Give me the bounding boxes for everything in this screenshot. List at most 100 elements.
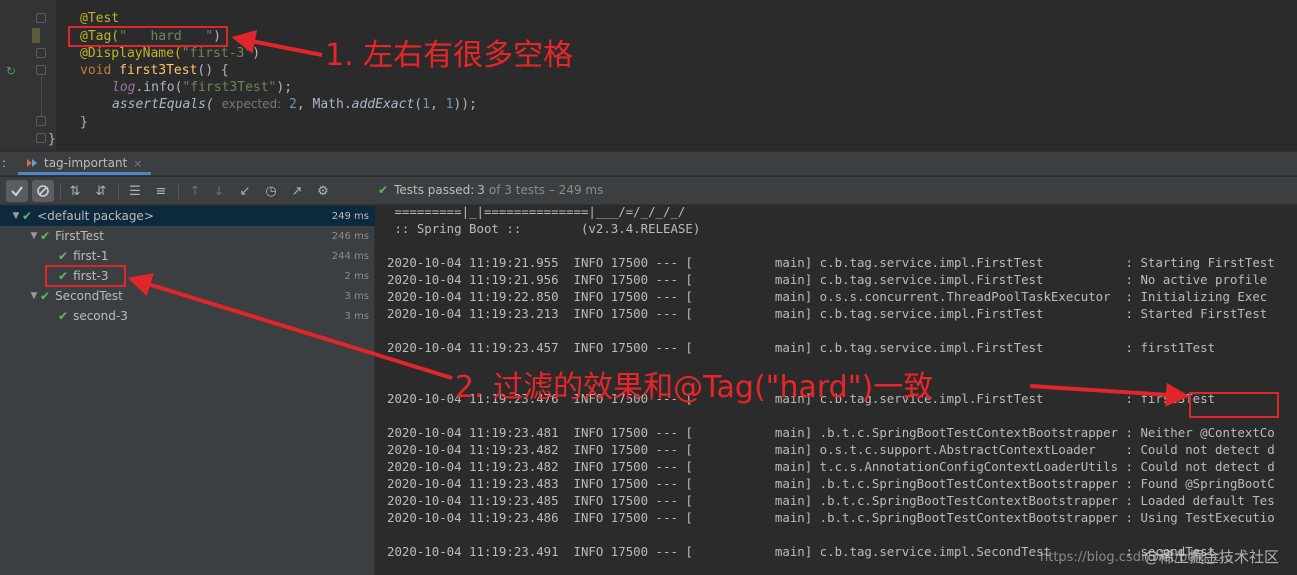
chevron-down-icon[interactable]: ▼ [28,231,40,241]
test-duration: 2 ms [344,270,370,282]
import-tests-button[interactable]: ↙ [234,180,256,202]
chevron-down-icon[interactable]: ▼ [10,211,22,221]
code-line-assert: assertEquals( expected: 2, Math.addExact… [112,96,477,113]
test-duration: 244 ms [331,250,369,262]
code-text: @Test @Tag(" hard ") @DisplayName("first… [0,0,477,150]
history-icon: ◷ [265,183,277,199]
highlight-box-first3test [1189,392,1279,418]
show-ignored-button[interactable] [32,180,54,202]
console-line: 2020-10-04 11:19:23.485 INFO 17500 --- [… [387,493,1275,508]
test-tree-row[interactable]: ✔ second-3 3 ms [0,306,375,326]
annotation-test: @Test [80,11,120,26]
console-line: 2020-10-04 11:19:21.956 INFO 17500 --- [… [387,272,1268,287]
annotation-displayname: @DisplayName( [80,46,182,61]
displayname-close: ) [252,46,261,61]
keyword-void: void [80,63,120,78]
tab-tag-important[interactable]: tag-important × [18,154,151,175]
assert-arg1: 1 [422,97,430,112]
settings-icon: ⚙ [317,183,329,199]
console-line: :: Spring Boot :: (v2.3.4.RELEASE) [387,221,701,236]
test-tree-row[interactable]: ▼ ✔ <default package> 249 ms [0,206,375,226]
chevron-down-icon[interactable]: ▼ [28,291,40,301]
collapse-all-icon: ≡ [155,183,167,199]
export-results-button[interactable]: ↗ [286,180,308,202]
console-line: 2020-10-04 11:19:23.457 INFO 17500 --- [… [387,340,1216,355]
close-icon[interactable]: × [133,157,142,170]
code-line-close-class: } [48,131,56,148]
log-string: "first3Test" [182,80,277,95]
assert-args-open: ( [414,97,423,112]
displayname-string: "first-3" [181,46,253,61]
test-duration: 3 ms [344,290,370,302]
fold-marker-icon[interactable] [36,65,46,75]
check-icon [11,186,23,197]
code-editor[interactable]: ↻ @Test @Tag(" hard ") @DisplayName("fir… [0,0,1297,150]
test-runner-toolbar: ⇅ ⇵ ☰ ≡ ↑ ↓ ↙ ◷ ↗ ⚙ ✔ Tests passed: 3 of… [0,177,1297,205]
test-duration: 249 ms [331,210,369,222]
toolbar-separator [178,183,179,199]
fold-marker-icon[interactable] [36,116,46,126]
sort-by-duration-button[interactable]: ⇵ [90,180,112,202]
passed-check-icon: ✔ [378,183,389,197]
close-brace: } [80,115,88,130]
code-line-log: log.info("first3Test"); [112,79,292,96]
assert-expected-value: 2 [289,97,297,112]
current-line-marker [32,28,40,43]
tool-window-label: : [2,156,7,170]
test-name: FirstTest [55,229,104,243]
fold-marker-icon[interactable] [36,133,46,143]
sort-alphabetically-button[interactable]: ⇅ [64,180,86,202]
method-name: first3Test [119,63,198,78]
console-line: 2020-10-04 11:19:22.850 INFO 17500 --- [… [387,289,1268,304]
expand-all-button[interactable]: ☰ [124,180,146,202]
console-line: 2020-10-04 11:19:23.481 INFO 17500 --- [… [387,425,1275,440]
import-icon: ↙ [239,183,251,199]
export-icon: ↗ [291,183,303,199]
test-name: SecondTest [55,289,123,303]
code-line-test-annotation: @Test [80,10,119,27]
run-tool-window-tabs: : tag-important × [0,151,1297,176]
status-prefix: Tests passed: [394,183,475,197]
watermark-site: @稀土掘金技术社区 [1143,548,1279,566]
run-config-icon [27,159,37,167]
passed-check-icon: ✔ [22,209,33,223]
tab-label: tag-important [44,156,128,170]
fold-marker-icon[interactable] [36,48,46,58]
method-signature-rest: () { [197,63,229,78]
console-line: 2020-10-04 11:19:23.482 INFO 17500 --- [… [387,442,1275,457]
test-tree-row[interactable]: ✔ first-1 244 ms [0,246,375,266]
test-name: first-1 [73,249,109,263]
console-line: 2020-10-04 11:19:23.483 INFO 17500 --- [… [387,476,1275,491]
fold-guide [41,76,42,116]
test-tree-row[interactable]: ▼ ✔ SecondTest 3 ms [0,286,375,306]
test-tree-row[interactable]: ▼ ✔ FirstTest 246 ms [0,226,375,246]
tests-status: ✔ Tests passed: 3 of 3 tests – 249 ms [378,183,603,197]
stop-icon [37,185,49,197]
annotation-note-filter: 2. 过滤的效果和@Tag("hard")一致 [455,370,934,405]
console-line: 2020-10-04 11:19:23.482 INFO 17500 --- [… [387,459,1275,474]
previous-failed-button[interactable]: ↑ [184,180,206,202]
next-failed-button[interactable]: ↓ [208,180,230,202]
close-brace: } [48,132,56,147]
log-call: .info( [135,80,183,95]
log-object: log [112,80,136,95]
passed-check-icon: ✔ [58,309,69,323]
collapse-all-button[interactable]: ≡ [150,180,172,202]
test-history-button[interactable]: ◷ [260,180,282,202]
highlight-box-tag [68,26,228,47]
toolbar-separator [60,183,61,199]
test-duration: 3 ms [344,310,370,322]
code-line-method-signature: void first3Test() { [80,62,229,79]
sort-duration-icon: ⇵ [95,183,107,199]
status-count: 3 [477,183,485,197]
assert-math: , Math. [296,97,352,112]
code-line-displayname: @DisplayName("first-3") [80,45,260,62]
passed-check-icon: ✔ [58,249,69,263]
fold-marker-icon[interactable] [36,13,46,23]
passed-check-icon: ✔ [40,229,51,243]
console-line: 2020-10-04 11:19:23.486 INFO 17500 --- [… [387,510,1275,525]
sort-alpha-icon: ⇅ [69,183,81,199]
settings-button[interactable]: ⚙ [312,180,334,202]
show-passed-button[interactable] [6,180,28,202]
down-icon: ↓ [213,183,225,199]
